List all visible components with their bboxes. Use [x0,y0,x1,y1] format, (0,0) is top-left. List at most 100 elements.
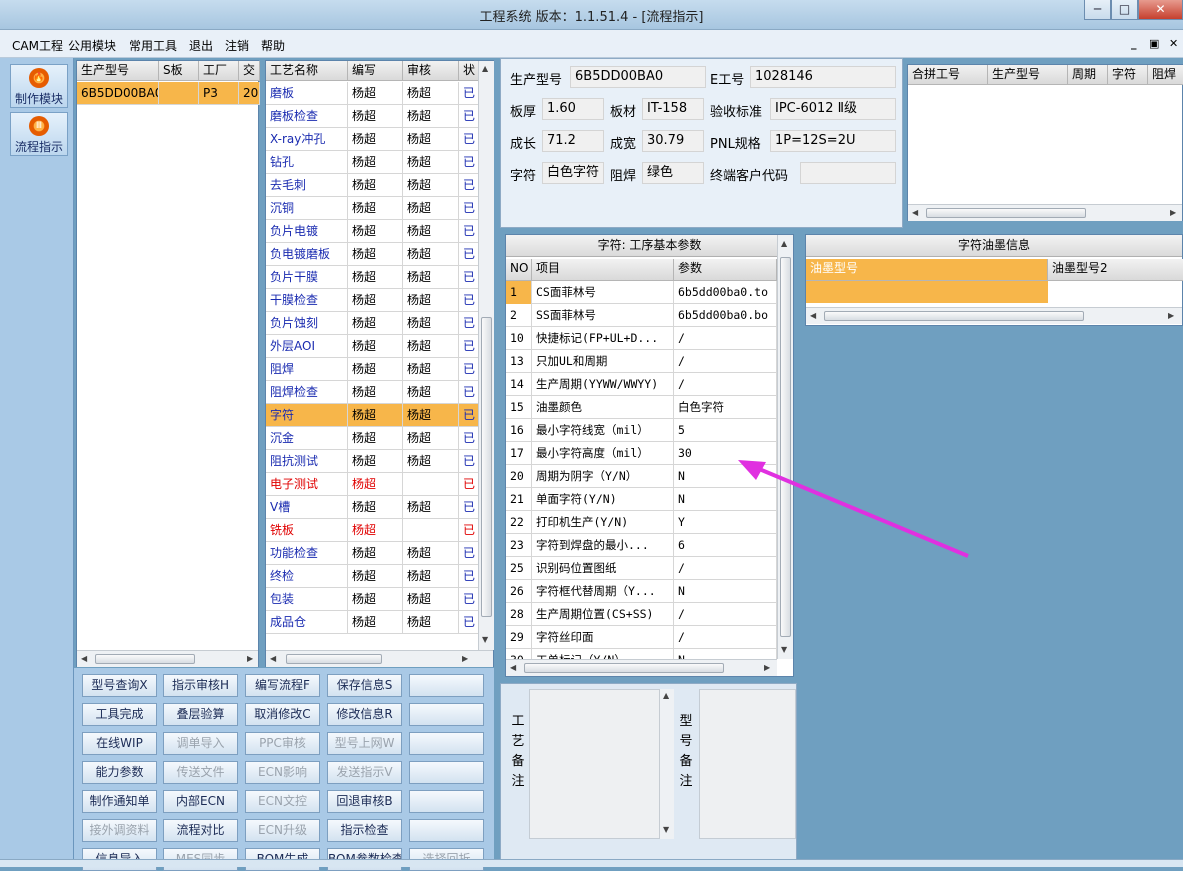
scroll-thumb[interactable] [524,663,724,673]
action-button-2-0[interactable]: 在线WIP [82,732,157,755]
maximize-button[interactable]: □ [1111,0,1138,20]
menu-help[interactable]: 帮助 [261,37,285,54]
table-row[interactable]: 负片电镀 杨超 杨超已 [266,220,479,243]
table-row[interactable]: 15 油墨颜色 白色字符 [506,396,777,419]
scroll-thumb[interactable] [286,654,382,664]
table-row[interactable]: 阻焊检查 杨超 杨超已 [266,381,479,404]
action-button-3-1[interactable]: 传送文件 [163,761,238,784]
col-header-reviewer[interactable]: 审核 [403,61,459,81]
params-hscroll[interactable]: ◀ ▶ [506,659,777,676]
table-row[interactable]: 沉铜 杨超 杨超已 [266,197,479,220]
table-row[interactable]: 28 生产周期位置(CS+SS) / [506,603,777,626]
table-row[interactable]: 负电镀磨板 杨超 杨超已 [266,243,479,266]
table-row[interactable]: 功能检查 杨超 杨超已 [266,542,479,565]
action-button-5-2[interactable]: ECN升级 [245,819,320,842]
col-header-merge-char[interactable]: 字符 [1108,65,1148,85]
table-row[interactable]: 干膜检查 杨超 杨超已 [266,289,479,312]
table-row[interactable]: 负片蚀刻 杨超 杨超已 [266,312,479,335]
scroll-up-icon[interactable]: ▲ [781,239,787,248]
table-row[interactable]: 铣板 杨超 已 [266,519,479,542]
scroll-left-icon[interactable]: ◀ [270,654,276,663]
col-header-status[interactable]: 状 [459,61,479,81]
action-button-1-4[interactable] [409,703,484,726]
action-button-0-4[interactable] [409,674,484,697]
menu-exit[interactable]: 退出 [189,37,213,54]
table-row[interactable]: 去毛刺 杨超 杨超已 [266,174,479,197]
ink-hscroll[interactable]: ◀ ▶ [806,307,1182,324]
action-button-4-3[interactable]: 回退审核B [327,790,402,813]
action-button-3-2[interactable]: ECN影响 [245,761,320,784]
merge-table-hscroll[interactable]: ◀ ▶ [908,204,1182,221]
table-row[interactable]: 磨板 杨超 杨超已 [266,82,479,105]
scroll-down-icon[interactable]: ▼ [781,645,787,654]
table-row[interactable]: V槽 杨超 杨超已 [266,496,479,519]
action-button-0-1[interactable]: 指示审核H [163,674,238,697]
mdi-close-button[interactable]: ✕ [1169,37,1178,50]
menu-cam[interactable]: CAM工程 [12,37,63,54]
menu-common-tools[interactable]: 常用工具 [129,37,177,54]
table-row[interactable]: 钻孔 杨超 杨超已 [266,151,479,174]
scroll-right-icon[interactable]: ▶ [247,654,253,663]
table-row[interactable]: 字符 杨超 杨超已 [266,404,479,427]
action-button-5-3[interactable]: 指示检查 [327,819,402,842]
table-row[interactable]: 1 CS面菲林号 6b5dd00ba0.to [506,281,777,304]
table-row[interactable]: 30工单标记（Y/N）N [506,649,777,659]
col-header-merge-no[interactable]: 合拼工号 [908,65,988,85]
mdi-minimize-button[interactable]: _ [1131,37,1137,50]
table-row[interactable]: 阻焊 杨超 杨超已 [266,358,479,381]
scroll-right-icon[interactable]: ▶ [462,654,468,663]
action-button-2-4[interactable] [409,732,484,755]
action-button-1-1[interactable]: 叠层验算 [163,703,238,726]
table-row[interactable]: 14 生产周期(YYWW/WWYY) / [506,373,777,396]
table-row[interactable]: 26 字符框代替周期（Y... N [506,580,777,603]
action-button-3-0[interactable]: 能力参数 [82,761,157,784]
params-vscroll[interactable]: ▲ ▼ [777,235,793,659]
col-header-ink-model2[interactable]: 油墨型号2 [1048,259,1183,281]
scroll-left-icon[interactable]: ◀ [810,311,816,320]
action-button-4-2[interactable]: ECN文控 [245,790,320,813]
table-row[interactable]: 16 最小字符线宽（mil） 5 [506,419,777,442]
scroll-thumb[interactable] [481,317,492,617]
scroll-left-icon[interactable]: ◀ [81,654,87,663]
col-header-delivery[interactable]: 交 [239,61,260,81]
table-row[interactable] [806,281,1048,303]
scroll-thumb[interactable] [780,257,791,637]
col-header-s-board[interactable]: S板 [159,61,199,81]
scroll-right-icon[interactable]: ▶ [764,663,770,672]
col-header-model[interactable]: 生产型号 [77,61,159,81]
scroll-left-icon[interactable]: ◀ [912,208,918,217]
action-button-0-2[interactable]: 编写流程F [245,674,320,697]
scroll-thumb[interactable] [95,654,195,664]
flow-guide-button[interactable]: Ⅲ 流程指示 [10,112,68,156]
table-row[interactable]: 负片干膜 杨超 杨超已 [266,266,479,289]
table-row[interactable]: 终检 杨超 杨超已 [266,565,479,588]
table-row[interactable]: 13 只加UL和周期 / [506,350,777,373]
table-row[interactable]: 成品仓 杨超 杨超已 [266,611,479,634]
col-header-writer[interactable]: 编写 [348,61,403,81]
process-note-vscroll[interactable]: ▲ ▼ [659,689,674,839]
scroll-thumb[interactable] [824,311,1084,321]
close-button[interactable]: ✕ [1138,0,1183,20]
table-row[interactable]: 沉金 杨超 杨超已 [266,427,479,450]
table-row[interactable]: X-ray冲孔 杨超 杨超已 [266,128,479,151]
action-button-2-3[interactable]: 型号上网W [327,732,402,755]
action-button-3-4[interactable] [409,761,484,784]
col-header-no[interactable]: NO [506,259,532,281]
table-row[interactable]: 2 SS面菲林号 6b5dd00ba0.bo [506,304,777,327]
table-row[interactable]: 29 字符丝印面 / [506,626,777,649]
table-row[interactable]: 外层AOI 杨超 杨超已 [266,335,479,358]
scroll-right-icon[interactable]: ▶ [1168,311,1174,320]
table-row[interactable]: 10 快捷标记(FP+UL+D... / [506,327,777,350]
action-button-2-2[interactable]: PPC审核 [245,732,320,755]
table-row[interactable]: 电子测试 杨超 已 [266,473,479,496]
action-button-5-0[interactable]: 接外调资料 [82,819,157,842]
col-header-item[interactable]: 项目 [532,259,674,281]
action-button-1-3[interactable]: 修改信息R [327,703,402,726]
action-button-2-1[interactable]: 调单导入 [163,732,238,755]
table-row[interactable]: 磨板检查 杨超 杨超已 [266,105,479,128]
menu-common-module[interactable]: 公用模块 [68,37,116,54]
action-button-4-4[interactable] [409,790,484,813]
scroll-down-icon[interactable]: ▼ [482,635,488,644]
action-button-3-3[interactable]: 发送指示V [327,761,402,784]
action-button-4-0[interactable]: 制作通知单 [82,790,157,813]
